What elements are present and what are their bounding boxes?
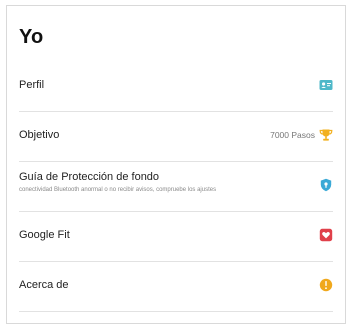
shield-lock-icon	[319, 178, 333, 192]
menu-item-google-fit[interactable]: Google Fit	[19, 212, 333, 262]
menu-item-label: Guía de Protección de fondo	[19, 171, 160, 183]
settings-screen: Yo Perfil Objetivo 7000 Pasos Guía de Pr…	[6, 5, 346, 324]
menu-item-label: Google Fit	[19, 229, 70, 241]
menu-item-perfil[interactable]: Perfil	[19, 62, 333, 112]
menu-list: Perfil Objetivo 7000 Pasos Guía de Prote…	[19, 62, 333, 312]
google-fit-heart-icon	[319, 228, 333, 242]
profile-card-icon	[319, 78, 333, 92]
menu-item-acerca[interactable]: Acerca de	[19, 262, 333, 312]
info-icon	[319, 278, 333, 292]
menu-item-proteccion[interactable]: Guía de Protección de fondo conectividad…	[19, 162, 333, 212]
menu-item-label: Objetivo	[19, 129, 60, 141]
menu-item-label: Acerca de	[19, 279, 69, 291]
menu-item-objetivo[interactable]: Objetivo 7000 Pasos	[19, 112, 333, 162]
menu-item-description: conectividad Bluetooth anormal o no reci…	[19, 187, 217, 193]
trophy-icon	[319, 128, 333, 142]
step-goal-value: 7000 Pasos	[270, 130, 315, 140]
page-title: Yo	[19, 26, 44, 48]
menu-item-label: Perfil	[19, 79, 45, 91]
